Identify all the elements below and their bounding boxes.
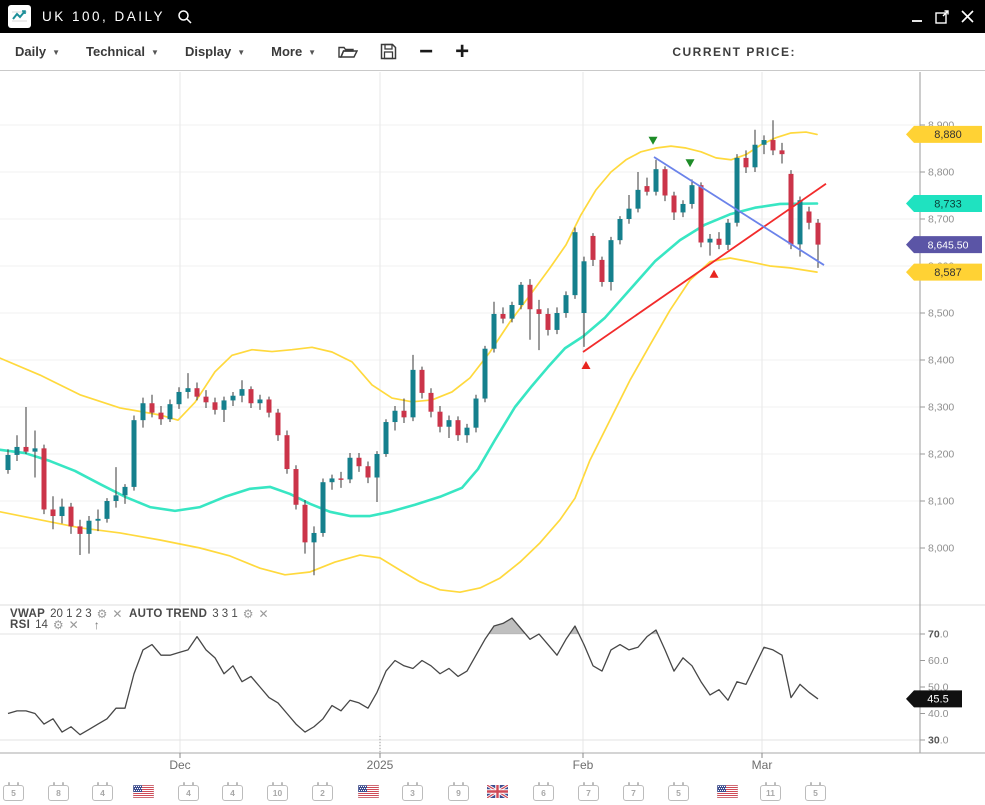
technical-dropdown[interactable]: Technical▼: [86, 44, 159, 59]
rsi-settings-gear-icon[interactable]: ⚙: [53, 619, 64, 631]
calendar-event-icon[interactable]: 3: [402, 785, 423, 801]
price-down-arrow-icon: ▼: [822, 47, 832, 57]
flag-us-flag-icon[interactable]: [133, 785, 154, 803]
svg-text:8,700: 8,700: [928, 214, 954, 226]
zoom-out-button[interactable]: −: [419, 42, 433, 62]
price-up-arrow-icon: ▲: [965, 47, 975, 57]
more-dropdown[interactable]: More▼: [271, 44, 316, 59]
minimize-button[interactable]: [910, 10, 924, 24]
calendar-event-icon[interactable]: 4: [178, 785, 199, 801]
close-button[interactable]: [960, 9, 975, 24]
sell-price-button[interactable]: ▼8645.0: [812, 38, 890, 65]
svg-text:8,733: 8,733: [934, 198, 962, 210]
chevron-down-icon: ▼: [151, 48, 159, 57]
svg-text:60.0: 60.0: [928, 655, 949, 667]
calendar-event-icon[interactable]: 4: [222, 785, 243, 801]
vwap-remove-icon[interactable]: ✕: [112, 608, 122, 620]
autotrend-indicator-label: AUTO TREND3 3 1 ⚙ ✕: [125, 607, 273, 621]
calendar-event-icon[interactable]: 8: [48, 785, 69, 801]
svg-text:8,880: 8,880: [934, 129, 962, 141]
calendar-event-icon[interactable]: 9: [448, 785, 469, 801]
flag-us-flag-icon[interactable]: [717, 785, 738, 803]
svg-text:Mar: Mar: [752, 758, 773, 772]
calendar-event-icon[interactable]: 10: [267, 785, 288, 801]
svg-text:8,587: 8,587: [934, 267, 962, 279]
svg-text:8,000: 8,000: [928, 543, 954, 555]
flag-uk-flag-icon[interactable]: [487, 785, 508, 803]
svg-text:70.0: 70.0: [928, 629, 949, 641]
svg-text:2025: 2025: [367, 758, 394, 772]
chart-area: 8,9008,8008,7008,6008,5008,4008,3008,200…: [0, 72, 985, 785]
svg-text:8,300: 8,300: [928, 402, 954, 414]
chart-toolbar: Daily▼ Technical▼ Display▼ More▼ − + CUR…: [0, 33, 985, 71]
svg-text:Dec: Dec: [169, 758, 190, 772]
economic-events-row: 5 8 4 4 4 10 2 3 9 6 7 7 5 11 5: [0, 783, 985, 805]
calendar-event-icon[interactable]: 5: [668, 785, 689, 801]
svg-text:45.5: 45.5: [927, 694, 948, 706]
svg-text:8,100: 8,100: [928, 496, 954, 508]
title-bar: UK 100, DAILY: [0, 0, 985, 33]
rsi-remove-icon[interactable]: ✕: [69, 619, 79, 631]
autotrend-settings-gear-icon[interactable]: ⚙: [243, 608, 254, 620]
chevron-down-icon: ▼: [237, 48, 245, 57]
buy-price-button[interactable]: 8646.0▲: [907, 38, 985, 65]
calendar-event-icon[interactable]: 7: [623, 785, 644, 801]
price-chart-canvas[interactable]: 8,9008,8008,7008,6008,5008,4008,3008,200…: [0, 72, 985, 785]
chevron-down-icon: ▼: [308, 48, 316, 57]
calendar-event-icon[interactable]: 5: [805, 785, 826, 801]
rsi-move-up-icon[interactable]: ↑: [94, 619, 100, 631]
app-logo-icon: [8, 5, 31, 28]
autotrend-remove-icon[interactable]: ✕: [259, 608, 269, 620]
svg-text:8,200: 8,200: [928, 449, 954, 461]
display-dropdown[interactable]: Display▼: [185, 44, 245, 59]
calendar-event-icon[interactable]: 11: [760, 785, 781, 801]
calendar-event-icon[interactable]: 6: [533, 785, 554, 801]
search-icon[interactable]: [177, 9, 193, 25]
svg-text:Feb: Feb: [573, 758, 594, 772]
calendar-event-icon[interactable]: 2: [312, 785, 333, 801]
svg-text:8,500: 8,500: [928, 308, 954, 320]
rsi-layer: [8, 618, 818, 735]
chevron-down-icon: ▼: [52, 48, 60, 57]
calendar-event-icon[interactable]: 7: [578, 785, 599, 801]
current-price-label: CURRENT PRICE:: [672, 45, 796, 59]
candles-layer: [6, 120, 821, 575]
svg-text:30.0: 30.0: [928, 735, 949, 747]
svg-text:40.0: 40.0: [928, 708, 949, 720]
calendar-event-icon[interactable]: 4: [92, 785, 113, 801]
svg-text:8,800: 8,800: [928, 167, 954, 179]
open-folder-icon[interactable]: [338, 44, 358, 60]
popout-button[interactable]: [934, 9, 950, 25]
timeframe-dropdown[interactable]: Daily▼: [15, 44, 60, 59]
save-icon[interactable]: [380, 43, 397, 60]
flag-us-flag-icon[interactable]: [358, 785, 379, 803]
svg-text:8,645.50: 8,645.50: [928, 239, 969, 251]
svg-text:8,400: 8,400: [928, 355, 954, 367]
calendar-event-icon[interactable]: 5: [3, 785, 24, 801]
time-axis: Dec 2025 Feb Mar: [169, 736, 772, 772]
zoom-in-button[interactable]: +: [455, 42, 469, 62]
symbol-title: UK 100, DAILY: [42, 9, 165, 24]
rsi-indicator-label: RSI14 ⚙ ✕ ↑: [6, 618, 104, 632]
